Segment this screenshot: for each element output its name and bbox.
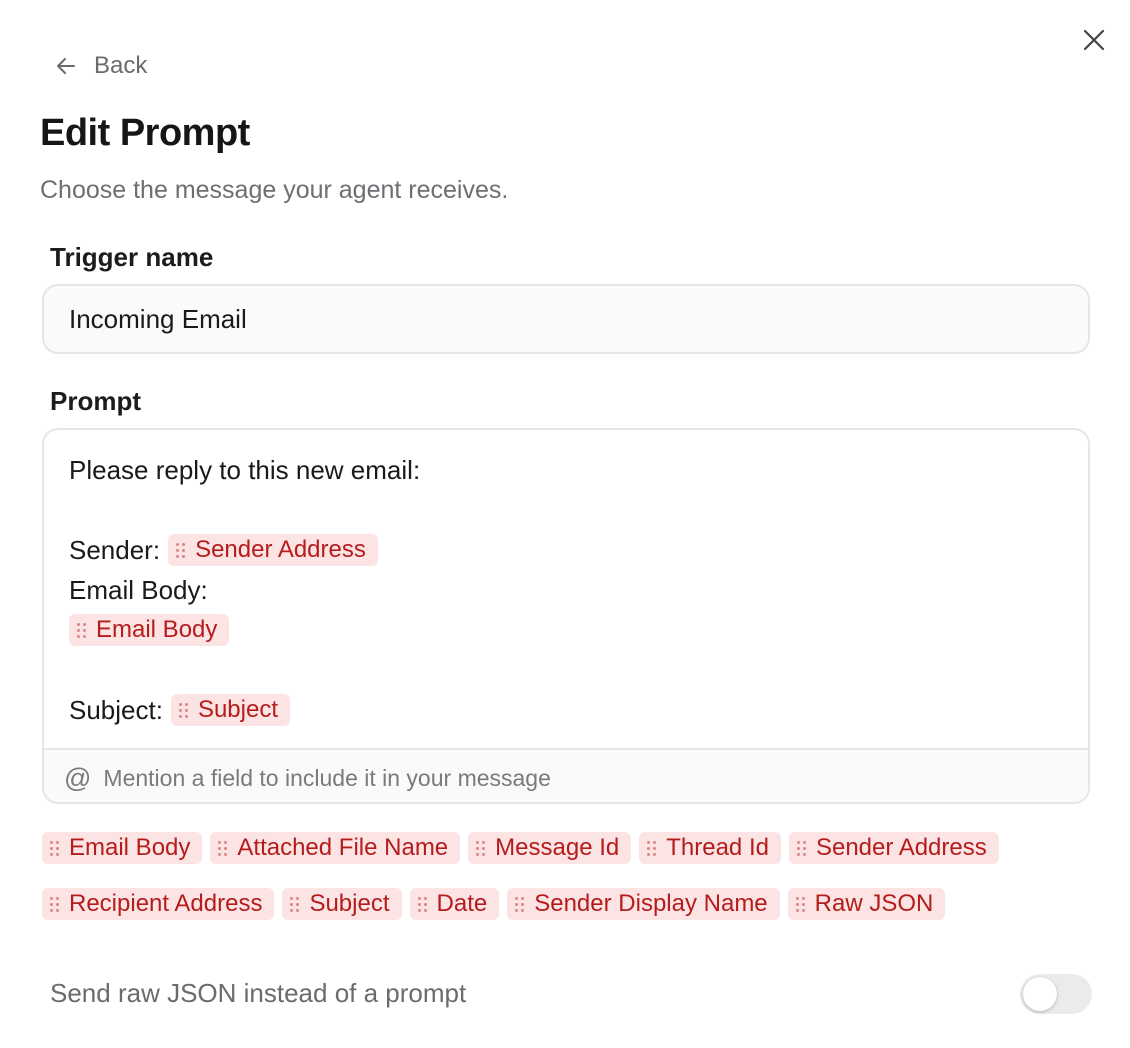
field-chip-label: Email Body — [69, 834, 191, 861]
toggle-knob — [1023, 977, 1057, 1011]
prompt-line: Email Body: — [69, 570, 1088, 610]
drag-handle-icon — [795, 896, 805, 912]
trigger-name-label: Trigger name — [50, 242, 214, 272]
at-sign-icon: @ — [64, 762, 92, 793]
page-subtitle: Choose the message your agent receives. — [40, 176, 509, 204]
field-chip-sender-address[interactable]: Sender Address — [788, 832, 999, 864]
drag-handle-icon — [176, 542, 186, 558]
drag-handle-icon — [50, 840, 59, 856]
prompt-line: Please reply to this new email: — [69, 450, 1088, 490]
field-chip-sender-address[interactable]: Sender Address — [168, 534, 378, 566]
field-chip-email-body[interactable]: Email Body — [42, 832, 203, 864]
prompt-blank-line — [69, 490, 1088, 530]
field-chip-sender-display-name[interactable]: Sender Display Name — [507, 888, 780, 920]
field-chip-date[interactable]: Date — [409, 888, 500, 920]
email-body-text: Email Body: — [69, 574, 208, 605]
prompt-line: Sender: Sender Address — [69, 530, 1088, 570]
field-chip-email-body[interactable]: Email Body — [69, 614, 230, 646]
prompt-editor[interactable]: Please reply to this new email: Sender: … — [42, 428, 1090, 804]
drag-handle-icon — [50, 896, 59, 912]
subject-text: Subject: — [69, 694, 163, 725]
drag-handle-icon — [796, 840, 806, 856]
field-chip-label: Subject — [197, 696, 279, 723]
field-chip-message-id[interactable]: Message Id — [468, 832, 632, 864]
drag-handle-icon — [290, 896, 300, 912]
prompt-text-area[interactable]: Please reply to this new email: Sender: … — [44, 430, 1088, 748]
drag-handle-icon — [647, 840, 657, 856]
sender-text: Sender: — [69, 534, 161, 565]
mention-hint-bar[interactable]: @ Mention a field to include it in your … — [44, 748, 1088, 802]
drag-handle-icon — [218, 840, 228, 856]
arrow-left-icon — [57, 58, 75, 74]
field-chip-thread-id[interactable]: Thread Id — [639, 832, 781, 864]
trigger-name-input[interactable]: Incoming Email — [42, 284, 1090, 354]
available-fields-row: Recipient Address Subject Date Sender Di… — [42, 888, 946, 920]
field-chip-attached-file-name[interactable]: Attached File Name — [210, 832, 461, 864]
mention-hint-text: Mention a field to include it in your me… — [103, 764, 551, 791]
trigger-name-value: Incoming Email — [69, 303, 247, 334]
field-chip-subject[interactable]: Subject — [170, 694, 291, 726]
drag-handle-icon — [77, 622, 86, 638]
prompt-blank-line — [69, 650, 1088, 690]
field-chip-label: Attached File Name — [237, 834, 449, 861]
field-chip-label: Sender Address — [815, 834, 987, 861]
prompt-label: Prompt — [50, 386, 141, 416]
field-chip-subject[interactable]: Subject — [282, 888, 402, 920]
close-button[interactable] — [1080, 26, 1108, 54]
field-chip-label: Sender Display Name — [534, 890, 768, 917]
drag-handle-icon — [515, 896, 525, 912]
prompt-line: Subject: Subject — [69, 690, 1088, 730]
field-chip-recipient-address[interactable]: Recipient Address — [42, 888, 275, 920]
raw-json-toggle[interactable] — [1020, 974, 1092, 1014]
drag-handle-icon — [417, 896, 427, 912]
close-icon — [1083, 29, 1105, 51]
field-chip-label: Message Id — [495, 834, 620, 861]
drag-handle-icon — [178, 702, 188, 718]
prompt-line: Email Body — [69, 610, 1088, 650]
field-chip-raw-json[interactable]: Raw JSON — [787, 888, 946, 920]
field-chip-label: Email Body — [96, 616, 218, 643]
field-chip-label: Raw JSON — [814, 890, 934, 917]
available-fields-row: Email Body Attached File Name Message Id… — [42, 832, 999, 864]
back-button[interactable]: Back — [56, 50, 147, 82]
field-chip-label: Subject — [309, 890, 390, 917]
page-title: Edit Prompt — [40, 112, 250, 154]
prompt-intro-text: Please reply to this new email: — [69, 454, 421, 485]
back-label: Back — [94, 52, 148, 79]
field-chip-label: Thread Id — [666, 834, 769, 861]
field-chip-label: Sender Address — [195, 536, 366, 563]
field-chip-label: Date — [436, 890, 488, 917]
raw-json-toggle-label: Send raw JSON instead of a prompt — [50, 978, 467, 1008]
field-chip-label: Recipient Address — [69, 890, 263, 917]
drag-handle-icon — [476, 840, 486, 856]
